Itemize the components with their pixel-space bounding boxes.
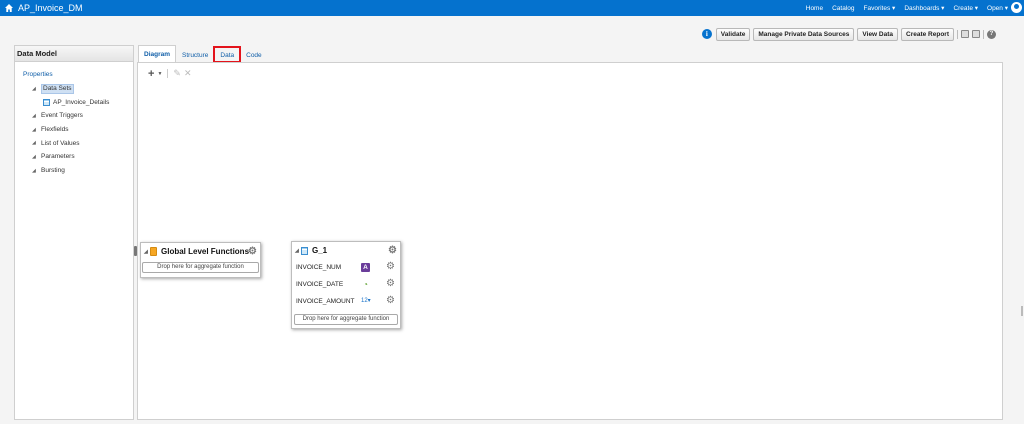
tree-item-event-triggers[interactable]: ◢ Event Triggers (15, 109, 133, 123)
expand-triangle-icon[interactable]: ◢ (32, 127, 41, 133)
tree-item-ap-invoice-details[interactable]: AP_Invoice_Details (15, 95, 133, 109)
tree-item-label: Data Sets (41, 83, 74, 94)
data-model-tree: Properties ◢ Data Sets AP_Invoice_Detail… (15, 62, 133, 178)
view-data-button[interactable]: View Data (857, 27, 899, 41)
tree-item-label: Event Triggers (41, 112, 83, 120)
tree-item-flexfields[interactable]: ◢ Flexfields (15, 123, 133, 137)
tab-structure[interactable]: Structure (176, 47, 214, 62)
toolbar: i Validate Manage Private Data Sources V… (701, 27, 996, 41)
toolbar-divider (983, 29, 984, 39)
add-icon[interactable]: + (148, 68, 154, 79)
top-bar: AP_Invoice_DM Home Catalog Favorites ▾ D… (0, 0, 1024, 16)
tab-bar: Diagram Structure Data Code (138, 45, 268, 63)
scrollbar[interactable] (1021, 306, 1023, 316)
nav-catalog[interactable]: Catalog (832, 5, 854, 12)
nav-favorites[interactable]: Favorites ▾ (864, 4, 896, 12)
tree-item-data-sets[interactable]: ◢ Data Sets (15, 82, 133, 96)
column-row[interactable]: INVOICE_NUM A ⚙ (292, 259, 400, 276)
data-model-panel: Data Model Properties ◢ Data Sets AP_Inv… (14, 45, 134, 420)
manage-private-data-sources-button[interactable]: Manage Private Data Sources (753, 27, 855, 41)
gear-icon[interactable]: ⚙ (388, 246, 397, 256)
tab-data[interactable]: Data (213, 46, 242, 63)
save-icon[interactable] (961, 30, 969, 38)
gear-icon[interactable]: ⚙ (386, 279, 395, 289)
help-icon[interactable]: ? (987, 29, 996, 39)
toolbar-divider (957, 29, 958, 39)
nav-create[interactable]: Create ▾ (953, 4, 978, 12)
tree-item-properties[interactable]: Properties (15, 68, 133, 82)
main-content: Diagram Structure Data Code + ▼ ✎ ✕ (137, 45, 1003, 420)
number-type-icon[interactable]: 12▾ (361, 297, 375, 306)
expand-triangle-icon[interactable]: ◢ (32, 140, 41, 146)
tree-item-label: Bursting (41, 167, 65, 175)
top-nav: Home Catalog Favorites ▾ Dashboards ▾ Cr… (806, 0, 1008, 16)
box-header: ◢ G_1 ⚙ (292, 242, 400, 259)
data-set-icon (43, 98, 50, 106)
chevron-down-icon[interactable]: ▼ (157, 71, 162, 77)
group-icon (301, 246, 308, 255)
expand-triangle-icon[interactable]: ◢ (32, 154, 41, 160)
tree-item-label: List of Values (41, 139, 80, 147)
column-row[interactable]: INVOICE_AMOUNT 12▾ ⚙ (292, 293, 400, 310)
nav-dashboards[interactable]: Dashboards ▾ (904, 4, 944, 12)
column-name: INVOICE_DATE (296, 281, 344, 288)
column-name: INVOICE_NUM (296, 264, 342, 271)
edit-icon[interactable]: ✎ (173, 68, 181, 79)
expand-triangle-icon[interactable]: ◢ (32, 113, 41, 119)
group-box-g1[interactable]: ◢ G_1 ⚙ INVOICE_NUM A ⚙ INVOICE_DATE ◔ ⚙… (291, 241, 401, 329)
function-icon (150, 247, 157, 256)
tree-item-parameters[interactable]: ◢ Parameters (15, 150, 133, 164)
nav-open[interactable]: Open ▾ (987, 4, 1008, 12)
string-type-icon: A (361, 263, 370, 272)
column-name: INVOICE_AMOUNT (296, 298, 355, 305)
tab-diagram[interactable]: Diagram (138, 45, 177, 62)
toolbar-divider (167, 69, 169, 78)
box-title: G_1 (312, 246, 328, 255)
create-report-button[interactable]: Create Report (901, 27, 954, 41)
column-row[interactable]: INVOICE_DATE ◔ ⚙ (292, 276, 400, 293)
nav-home[interactable]: Home (806, 5, 823, 12)
diagram-canvas[interactable]: + ▼ ✎ ✕ (137, 62, 1003, 420)
tab-code[interactable]: Code (240, 47, 268, 62)
aggregate-drop-zone[interactable]: Drop here for aggregate function (142, 262, 259, 273)
tree-item-label: AP_Invoice_Details (53, 98, 110, 106)
expand-triangle-icon[interactable]: ◢ (32, 168, 41, 174)
validate-button[interactable]: Validate (715, 27, 751, 41)
panel-title: Data Model (15, 46, 133, 62)
home-icon[interactable] (4, 3, 14, 13)
tree-item-bursting[interactable]: ◢ Bursting (15, 164, 133, 178)
expand-triangle-icon[interactable]: ◢ (32, 86, 41, 92)
gear-icon[interactable]: ⚙ (386, 262, 395, 272)
canvas-toolbar: + ▼ ✎ ✕ (148, 68, 191, 79)
app-title: AP_Invoice_DM (18, 3, 83, 13)
save-as-icon[interactable] (972, 30, 980, 38)
user-icon[interactable] (1011, 2, 1022, 13)
tree-item-label: Properties (23, 71, 53, 79)
gear-icon[interactable]: ⚙ (386, 296, 395, 306)
delete-icon[interactable]: ✕ (184, 68, 192, 79)
date-type-icon: ◔ (363, 280, 368, 289)
gear-icon[interactable]: ⚙ (248, 247, 257, 257)
tree-item-label: Flexfields (41, 126, 69, 134)
global-level-functions-box[interactable]: ◢ Global Level Functions ⚙ Drop here for… (140, 242, 261, 278)
tree-item-list-of-values[interactable]: ◢ List of Values (15, 136, 133, 150)
tree-item-label: Parameters (41, 153, 75, 161)
box-header: ◢ Global Level Functions ⚙ (141, 243, 260, 260)
aggregate-drop-zone[interactable]: Drop here for aggregate function (294, 314, 398, 325)
box-title: Global Level Functions (161, 247, 250, 256)
info-icon[interactable]: i (701, 29, 712, 39)
